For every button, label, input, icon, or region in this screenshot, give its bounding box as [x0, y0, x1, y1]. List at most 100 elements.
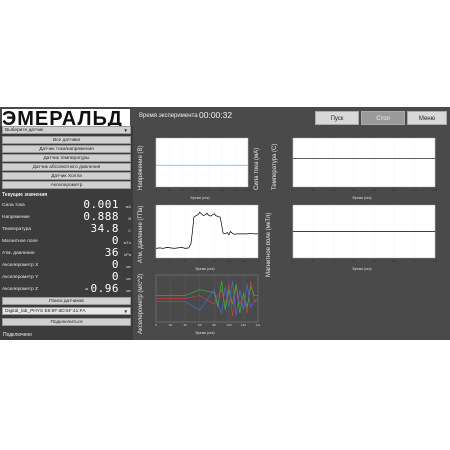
tick-label: 120 — [412, 259, 418, 263]
tick-label: 80 — [372, 259, 376, 263]
tick-label: 100 — [392, 188, 398, 192]
tick-label: 140 — [255, 323, 260, 327]
tick-label: 100 — [392, 259, 398, 263]
tick-label: 100 — [226, 259, 232, 263]
tick-label: 40 — [183, 323, 187, 327]
chart-pressure-xlabel: Время (сек) — [195, 267, 215, 271]
chart-temperature-ylabel: Температура (С) — [272, 143, 278, 190]
tick-label: 20 — [167, 188, 171, 192]
connection-status: Подключено — [3, 332, 32, 338]
connect-button[interactable]: Подключиться — [2, 318, 131, 326]
tick-label: 20 — [312, 188, 316, 192]
value-unit: В — [128, 216, 131, 221]
chevron-down-icon: ▼ — [123, 309, 128, 314]
tick-label: 120 — [412, 188, 418, 192]
search-sensors-button[interactable]: Поиск датчиков — [2, 297, 131, 305]
tick-label: 0 — [155, 188, 157, 192]
value-label: Магнитное поле — [2, 239, 38, 244]
value-row-accel-z: Акселерометр Z -0.96 мс — [2, 283, 131, 295]
value-label: Температура — [2, 227, 32, 232]
sensor-button-all[interactable]: Все датчики — [2, 136, 131, 144]
tick-label: 20 — [169, 323, 173, 327]
device-select-label: Digital_lab_PHYS E8:9F:6D:5F:41:FA — [5, 309, 86, 314]
tick-label: 0 — [292, 259, 294, 263]
value-unit: мс — [126, 288, 131, 293]
sensor-select-label: Выберите датчик — [5, 128, 44, 133]
experiment-time-label: Время эксперимента — [139, 113, 198, 119]
chart-temperature: 0 20 40 60 80 100 120 140 — [292, 137, 437, 192]
value-display: -0.96 — [83, 282, 119, 295]
tick-label: 140 — [255, 259, 260, 263]
chart-voltage: 0 20 40 60 80 100 120 140 — [155, 137, 250, 192]
tick-label: 120 — [241, 259, 247, 263]
sensor-button-current-voltage[interactable]: Датчик тока/напряжения — [2, 145, 131, 153]
value-label: Напряжение — [2, 215, 30, 220]
tick-label: 80 — [213, 259, 217, 263]
chart-pressure: 0 20 40 60 80 100 120 140 — [155, 204, 260, 263]
chart-magnetic-ylabel: Магнитное поле (мкТл) — [266, 212, 272, 277]
tick-label: 20 — [169, 259, 173, 263]
plot-area — [155, 137, 249, 188]
tick-label: 120 — [232, 188, 238, 192]
tick-label: 40 — [332, 188, 336, 192]
stop-button[interactable]: Стоп — [361, 111, 405, 125]
tick-label: 140 — [245, 188, 250, 192]
value-unit: мТл — [123, 240, 131, 245]
tick-label: 40 — [183, 259, 187, 263]
value-unit: мс — [126, 264, 131, 269]
current-values-title: Текущие значения — [2, 192, 48, 198]
value-label: Акселерометр X — [2, 263, 39, 268]
tick-label: 60 — [352, 188, 356, 192]
chart-accel-ylabel: Акселерометр (м/с^2) — [138, 273, 144, 334]
tick-label: 20 — [312, 259, 316, 263]
chart-accelerometer: 0 20 40 60 80 100 120 140 — [155, 274, 260, 327]
chart-temperature-xlabel: Время (сек) — [352, 196, 372, 200]
value-label: Сила тока — [2, 203, 25, 208]
start-button[interactable]: Пуск — [315, 111, 359, 125]
tick-label: 40 — [181, 188, 185, 192]
top-bar: Время эксперимента 00:00:32 Пуск Стоп Ме… — [133, 109, 450, 127]
sensor-select[interactable]: Выберите датчик ▼ — [2, 126, 131, 134]
value-unit: мА — [125, 204, 131, 209]
chart-magnetic-xlabel: Время (сек) — [352, 267, 372, 271]
value-label: Атм. давление — [2, 251, 35, 256]
tick-label: 120 — [241, 323, 247, 327]
chart-accel-xlabel: Время (сек) — [195, 331, 215, 335]
experiment-time: 00:00:32 — [199, 110, 233, 120]
tick-label: 100 — [226, 323, 232, 327]
chart-current-ylabel: Сила тока (мА) — [254, 147, 260, 190]
chart-voltage-xlabel: Время (сек) — [190, 196, 210, 200]
tick-label: 80 — [213, 323, 217, 327]
chart-magnetic: 0 20 40 60 80 100 120 140 — [292, 204, 437, 263]
value-label: Акселерометр Z — [2, 287, 38, 292]
tick-label: 80 — [372, 188, 376, 192]
tick-label: 0 — [155, 323, 157, 327]
tick-label: 60 — [198, 259, 202, 263]
chevron-down-icon: ▼ — [123, 128, 128, 133]
sensor-button-pressure[interactable]: Датчик абсолютного давления — [2, 163, 131, 171]
tick-label: 40 — [332, 259, 336, 263]
value-unit: мс — [126, 276, 131, 281]
tick-label: 0 — [292, 188, 294, 192]
tick-label: 100 — [219, 188, 225, 192]
tick-label: 60 — [198, 323, 202, 327]
tick-label: 60 — [194, 188, 198, 192]
tick-label: 80 — [207, 188, 211, 192]
tick-label: 140 — [432, 188, 437, 192]
value-label: Акселерометр Y — [2, 275, 39, 280]
sensor-button-accelerometer[interactable]: Акселерометр — [2, 181, 131, 189]
plot-area — [292, 137, 436, 188]
menu-button[interactable]: Меню — [407, 111, 447, 125]
tick-label: 140 — [432, 259, 437, 263]
sidebar: Выберите датчик ▼ Все датчики Датчик ток… — [0, 126, 133, 340]
device-select[interactable]: Digital_lab_PHYS E8:9F:6D:5F:41:FA ▼ — [2, 307, 131, 315]
tick-label: 60 — [352, 259, 356, 263]
value-unit: С — [128, 228, 131, 233]
tick-label: 0 — [155, 259, 157, 263]
chart-voltage-ylabel: Напряжение (В) — [138, 145, 144, 190]
sensor-button-hall[interactable]: Датчик Холла — [2, 172, 131, 180]
value-unit: kPa — [124, 252, 131, 257]
app-window: ЭМЕРАЛЬД Время эксперимента 00:00:32 Пус… — [0, 107, 450, 340]
chart-pressure-ylabel: Атм. давление (ГПа) — [138, 205, 144, 263]
sensor-button-temperature[interactable]: Датчик температуры — [2, 154, 131, 162]
